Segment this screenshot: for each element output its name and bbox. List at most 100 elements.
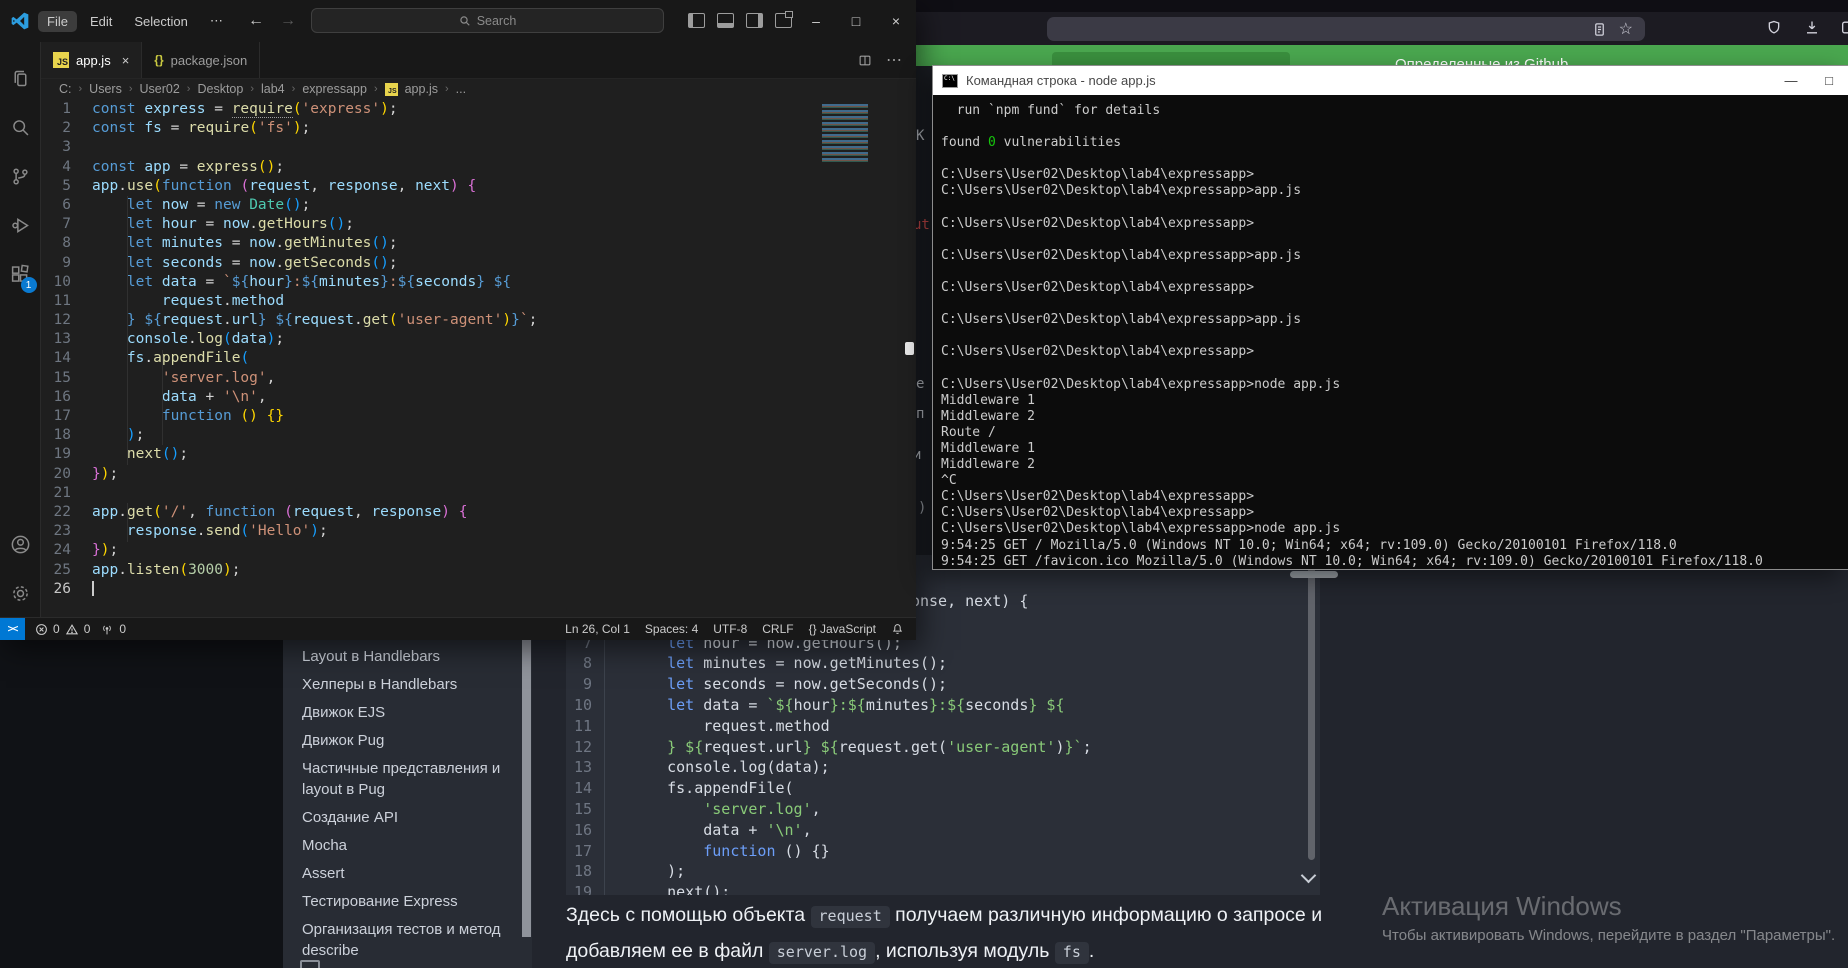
command-center-search[interactable]: Search [311, 8, 664, 33]
sidebar-item[interactable]: Assert [302, 863, 507, 884]
cmd-icon: C:\ [942, 74, 958, 88]
more-actions-icon[interactable]: ⋯ [886, 50, 902, 70]
code-line: 13 console.log(data); [41, 330, 916, 349]
remote-indicator[interactable]: >< [0, 618, 25, 640]
terminal-line [941, 361, 1848, 377]
json-file-icon: {} [154, 53, 163, 67]
language-mode[interactable]: {} JavaScript [809, 622, 876, 636]
code-block-scrollbar[interactable] [1308, 560, 1315, 860]
page-code-line: 13 console.log(data); [566, 757, 1320, 778]
reader-view-icon[interactable] [1592, 22, 1607, 37]
extensions-badge: 1 [21, 277, 37, 293]
sidebar-item[interactable]: Частичные представления и layout в Pug [302, 758, 507, 800]
terminal-line [941, 264, 1848, 280]
split-editor-icon[interactable] [858, 54, 872, 67]
menu-more[interactable]: ⋯ [201, 10, 232, 32]
toggle-secondary-sidebar-icon[interactable] [746, 13, 763, 28]
extensions-icon[interactable]: 1 [0, 250, 41, 299]
extension-puzzle-icon[interactable] [1840, 19, 1848, 36]
page-hscrollbar-handle[interactable] [1290, 571, 1338, 578]
sidebar-item[interactable]: Layout в Handlebars [302, 646, 507, 667]
page-code-line: 9 let seconds = now.getSeconds(); [566, 674, 1320, 695]
gear-icon[interactable] [0, 569, 41, 618]
download-icon[interactable] [1804, 19, 1820, 36]
editor-tabs: JS app.js × {} package.json ⋯ [41, 42, 916, 79]
search-icon[interactable] [0, 103, 41, 152]
toggle-sidebar-icon[interactable] [688, 13, 705, 28]
eol-sequence[interactable]: CRLF [762, 622, 793, 636]
page-code-line: 18 ); [566, 861, 1320, 882]
page-edge-fragment: ) [918, 500, 926, 516]
bookmark-star-icon[interactable]: ☆ [1619, 19, 1633, 39]
tab-package-json[interactable]: {} package.json [142, 42, 260, 78]
sidebar-scrollbar[interactable] [522, 640, 531, 937]
terminal-line: C:\Users\User02\Desktop\lab4\expressapp> [941, 344, 1848, 360]
sidebar-item[interactable]: Тестирование Express [302, 891, 507, 912]
terminal-titlebar[interactable]: C:\ Командная строка - node app.js — □ [933, 66, 1848, 95]
sidebar-item[interactable]: Организация тестов и метод describe [302, 919, 507, 961]
indentation[interactable]: Spaces: 4 [645, 622, 698, 636]
inline-code: fs [1055, 942, 1089, 964]
page-code-line: 8 let minutes = now.getMinutes(); [566, 653, 1320, 674]
terminal-line: C:\Users\User02\Desktop\lab4\expressapp>… [941, 312, 1848, 328]
forward-arrow-icon[interactable]: → [280, 12, 296, 30]
menu-file[interactable]: File [38, 11, 77, 32]
cursor-position[interactable]: Ln 26, Col 1 [565, 622, 630, 636]
layout-customize-icon[interactable] [775, 13, 792, 28]
run-debug-icon[interactable] [0, 201, 41, 250]
toggle-panel-icon[interactable] [717, 13, 734, 28]
url-bar[interactable]: ☆ [1047, 17, 1645, 41]
code-line: 24}); [41, 541, 916, 560]
menu-selection[interactable]: Selection [125, 11, 196, 32]
sidebar-item[interactable]: Создание API [302, 807, 507, 828]
code-line: 25app.listen(3000); [41, 561, 916, 580]
text-cursor [92, 581, 94, 596]
close-button[interactable]: × [876, 0, 916, 42]
minimize-button[interactable]: — [1772, 73, 1810, 88]
terminal-line: Middleware 1 [941, 441, 1848, 457]
maximize-button[interactable]: □ [836, 0, 876, 42]
sidebar-item[interactable]: Хелперы в Handlebars [302, 674, 507, 695]
terminal-line: Middleware 1 [941, 393, 1848, 409]
sidebar-item[interactable]: Движок EJS [302, 702, 507, 723]
close-tab-icon[interactable]: × [122, 53, 130, 68]
sidebar-item[interactable]: Движок Pug [302, 730, 507, 751]
tracking-shield-icon[interactable] [1766, 19, 1782, 36]
tab-app-js[interactable]: JS app.js × [41, 42, 142, 78]
breadcrumb[interactable]: C:› Users› User02› Desktop› lab4› expres… [41, 78, 916, 100]
encoding[interactable]: UTF-8 [713, 622, 747, 636]
source-control-icon[interactable] [0, 152, 41, 201]
menu-edit[interactable]: Edit [81, 11, 121, 32]
terminal-line [941, 151, 1848, 167]
terminal-line: Middleware 2 [941, 409, 1848, 425]
maximize-button[interactable]: □ [1810, 73, 1848, 88]
terminal-line [941, 328, 1848, 344]
minimap[interactable] [822, 104, 868, 162]
code-line: 16 data + '\n', [41, 388, 916, 407]
code-line: 23 response.send('Hello'); [41, 522, 916, 541]
code-line: 6 let now = new Date(); [41, 196, 916, 215]
account-icon[interactable] [0, 520, 41, 569]
activity-bar: 1 [0, 42, 41, 618]
tab-actions: ⋯ [858, 42, 916, 78]
code-editor[interactable]: 1const express = require('express');2con… [41, 100, 916, 618]
terminal-output[interactable]: run `npm fund` for detailsfound 0 vulner… [933, 95, 1848, 569]
code-line: 5app.use(function (request, response, ne… [41, 177, 916, 196]
editor-scrollbar-thumb[interactable] [905, 342, 914, 355]
window-controls: – □ × [796, 0, 916, 42]
minimize-button[interactable]: – [796, 0, 836, 42]
terminal-line: C:\Users\User02\Desktop\lab4\expressapp>… [941, 521, 1848, 537]
page-header-button[interactable] [1052, 52, 1290, 66]
bell-icon[interactable] [891, 622, 904, 636]
sidebar-item[interactable]: Mocha [302, 835, 507, 856]
page-code-line: 19 next(); [566, 882, 1320, 895]
code-line: 10 let data = `${hour}:${minutes}:${seco… [41, 273, 916, 292]
problems-indicator[interactable]: 0 0 [35, 622, 90, 636]
page-code-line: 16 data + '\n', [566, 820, 1320, 841]
back-arrow-icon[interactable]: ← [248, 12, 264, 30]
code-line: 9 let seconds = now.getSeconds(); [41, 254, 916, 273]
tutorial-paragraph: Здесь с помощью объекта request получаем… [566, 898, 1376, 968]
explorer-icon[interactable] [0, 54, 41, 103]
ports-indicator[interactable]: 0 [100, 622, 126, 636]
inline-code: request [811, 906, 890, 928]
